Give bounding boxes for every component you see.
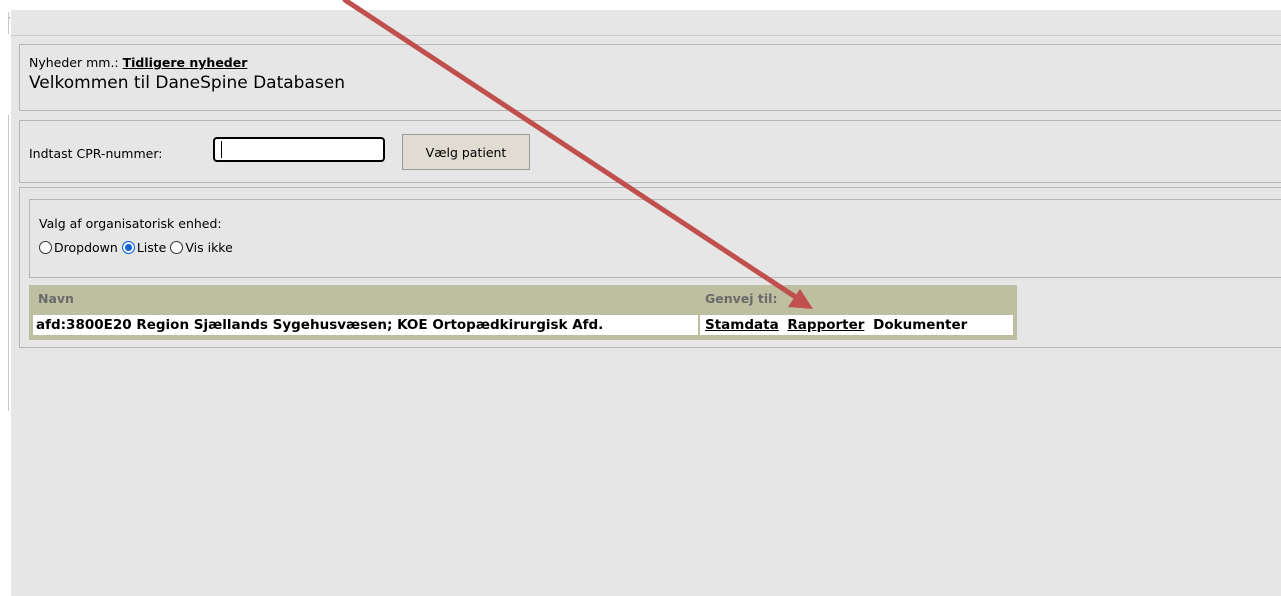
cpr-input[interactable]: [213, 137, 385, 162]
radio-label-liste: Liste: [136, 239, 167, 255]
dokumenter-text: Dokumenter: [873, 317, 968, 333]
header-divider: [11, 35, 1281, 36]
column-header-name: Navn: [38, 291, 74, 306]
news-prefix: Nyheder mm.:: [29, 55, 119, 70]
left-divider: [8, 115, 9, 411]
select-patient-button[interactable]: Vælg patient: [402, 134, 530, 170]
welcome-title: Velkommen til DaneSpine Databasen: [29, 73, 345, 93]
column-header-shortcut: Genvej til:: [705, 291, 778, 306]
org-label: Valg af organisatorisk enhed:: [39, 216, 222, 231]
cpr-label: Indtast CPR-nummer:: [29, 146, 163, 161]
radio-label-dropdown: Dropdown: [54, 239, 118, 255]
left-divider: [8, 12, 9, 34]
org-selector-box: Valg af organisatorisk enhed: Dropdown L…: [29, 199, 1281, 278]
previous-news-link[interactable]: Tidligere nyheder: [123, 55, 248, 70]
main-content: Nyheder mm.: Tidligere nyheder Velkommen…: [11, 10, 1281, 596]
shortcut-links: Stamdata Rapporter Dokumenter: [705, 317, 967, 333]
radio-dropdown[interactable]: [39, 240, 52, 254]
patient-panel: Indtast CPR-nummer: Vælg patient: [19, 120, 1281, 183]
view-mode-radios: Dropdown Liste Vis ikke: [39, 238, 237, 256]
news-line: Nyheder mm.: Tidligere nyheder: [29, 55, 247, 70]
org-panel: Valg af organisatorisk enhed: Dropdown L…: [19, 187, 1281, 348]
stamdata-link[interactable]: Stamdata: [705, 317, 779, 333]
news-panel: Nyheder mm.: Tidligere nyheder Velkommen…: [19, 44, 1281, 111]
radio-label-vis-ikke: Vis ikke: [185, 239, 233, 255]
text-cursor: [221, 141, 222, 158]
radio-vis-ikke[interactable]: [170, 240, 184, 254]
radio-liste[interactable]: [121, 240, 135, 254]
rapporter-link[interactable]: Rapporter: [787, 317, 864, 333]
table-row: afd:3800E20 Region Sjællands Sygehusvæse…: [33, 315, 1013, 335]
org-unit-name: afd:3800E20 Region Sjællands Sygehusvæse…: [36, 317, 604, 333]
cell-divider: [698, 315, 700, 335]
org-unit-table: Navn Genvej til: afd:3800E20 Region Sjæl…: [29, 285, 1017, 340]
